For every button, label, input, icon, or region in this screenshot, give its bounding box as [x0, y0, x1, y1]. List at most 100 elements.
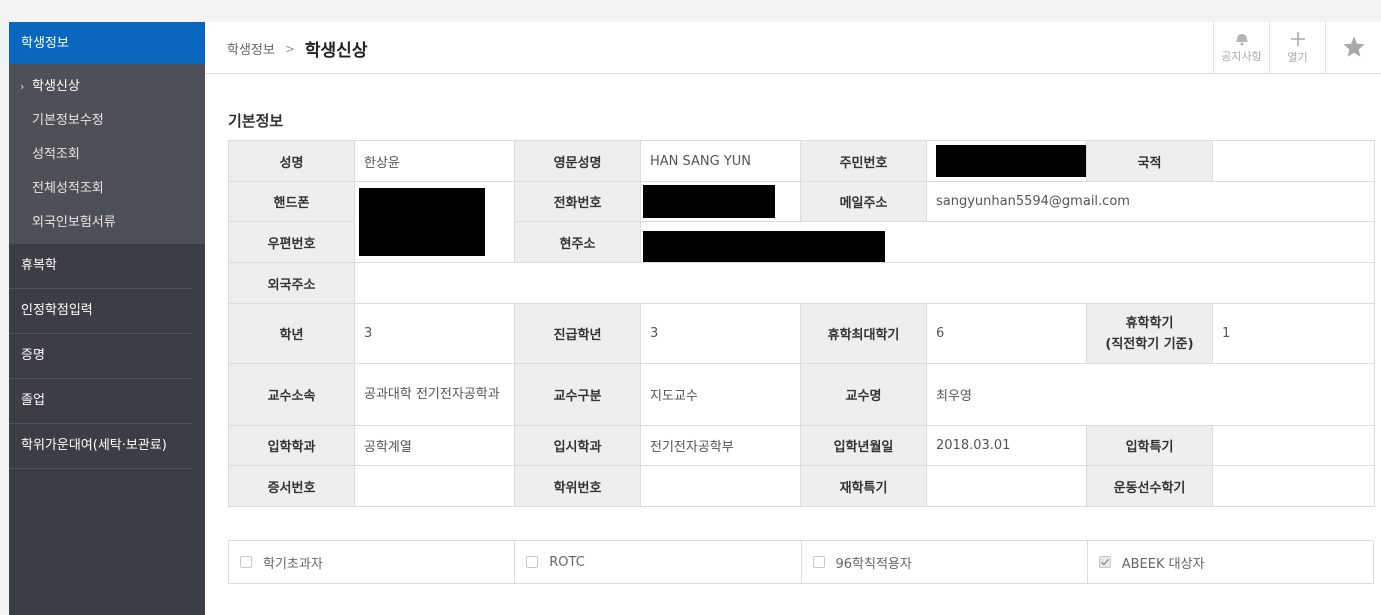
sidebar-item-label: 기본정보수정 [32, 113, 104, 128]
notice-button[interactable]: 공지사항 [1213, 22, 1269, 74]
top-actions: 공지사항 열기 [1213, 22, 1381, 74]
plus-icon [1290, 32, 1305, 46]
open-button[interactable]: 열기 [1269, 22, 1325, 74]
redaction [643, 185, 775, 218]
checkbox-abeek[interactable]: ABEEK 대상자 [1088, 541, 1373, 583]
foreign-address-label: 외국주소 [228, 262, 355, 304]
rrn-value [926, 140, 1087, 182]
sidebar-item-graduation[interactable]: 졸업 [9, 379, 193, 424]
address-value [640, 221, 1375, 263]
page-title: 학생신상 [304, 41, 368, 61]
star-icon [1343, 36, 1364, 57]
max-leave-label: 휴학최대학기 [800, 303, 927, 364]
sidebar: 학생정보 › 학생신상 기본정보수정 성적조회 전체성적조회 외국인보험서류 휴복… [9, 22, 205, 615]
athlete-semester-value [1212, 465, 1375, 507]
sidebar-item-all-grades[interactable]: 전체성적조회 [9, 172, 205, 206]
postal-label: 우편번호 [228, 221, 355, 263]
adm-dept-value: 공학계열 [354, 425, 515, 466]
main-content: 학생정보 > 학생신상 공지사항 열기 기본정보 성명 한상윤 영문성명 HAN… [205, 22, 1381, 615]
adm-dept-label: 입학학과 [228, 425, 355, 466]
grade-value: 3 [354, 303, 515, 364]
redaction [936, 145, 1086, 177]
adm-special-value [1212, 425, 1375, 466]
degree-no-label: 학위번호 [514, 465, 641, 507]
checkbox-label: ROTC [549, 554, 585, 570]
prof-dept-value: 공과대학 전기전자공학과 [354, 363, 515, 426]
sidebar-item-certificate[interactable]: 증명 [9, 334, 193, 379]
mobile-value [354, 181, 515, 263]
cert-no-value [354, 465, 515, 507]
foreign-address-value [354, 262, 1375, 304]
checkbox-box[interactable] [240, 556, 252, 568]
leave-semester-value: 1 [1212, 303, 1375, 364]
degree-no-value [640, 465, 801, 507]
sidebar-item-label: 전체성적조회 [32, 181, 104, 196]
breadcrumb-separator: > [284, 41, 295, 56]
grade-label: 학년 [228, 303, 355, 364]
sidebar-item-label: 학생신상 [32, 79, 80, 94]
redaction [643, 230, 885, 262]
nationality-label: 국적 [1086, 140, 1213, 182]
name-value: 한상윤 [354, 140, 515, 182]
sidebar-item-student-profile[interactable]: › 학생신상 [9, 70, 205, 104]
checkbox-box[interactable] [1098, 556, 1111, 568]
checkbox-rotc[interactable]: ROTC [515, 541, 802, 583]
checkbox-label: ABEEK 대상자 [1121, 556, 1205, 572]
max-leave-value: 6 [926, 303, 1087, 364]
notice-label: 공지사항 [1221, 50, 1262, 63]
sidebar-item-foreigner-insurance[interactable]: 외국인보험서류 [9, 206, 205, 240]
sidebar-menu: 휴복학 인정학점입력 증명 졸업 학위가운대여(세탁·보관료) [9, 244, 205, 469]
email-value: sangyunhan5594@gmail.com [926, 181, 1375, 222]
open-label: 열기 [1287, 51, 1308, 64]
leave-semester-label-line1: 휴학학기 [1125, 315, 1174, 331]
prof-type-label: 교수구분 [514, 363, 641, 426]
promo-grade-value: 3 [640, 303, 801, 364]
check-icon [1100, 558, 1109, 566]
prof-dept-label: 교수소속 [228, 363, 355, 426]
favorite-button[interactable] [1325, 22, 1381, 74]
sidebar-item-grades[interactable]: 성적조회 [9, 138, 205, 172]
email-label: 메일주소 [800, 181, 927, 222]
leave-semester-label-line2: (직전학기 기준) [1105, 336, 1194, 352]
section-title: 기본정보 [228, 112, 284, 130]
sidebar-item-label: 성적조회 [32, 147, 80, 162]
name-label: 성명 [228, 140, 355, 182]
breadcrumb: 학생정보 > 학생신상 [227, 36, 367, 61]
athlete-semester-label: 운동선수학기 [1086, 465, 1213, 507]
breadcrumb-parent[interactable]: 학생정보 [227, 39, 275, 58]
adm-special-label: 입학특기 [1086, 425, 1213, 466]
adm-date-label: 입학년월일 [800, 425, 927, 466]
basic-info-table: 성명 한상윤 영문성명 HAN SANG YUN 주민번호 국적 핸드폰 전화번… [228, 140, 1375, 507]
prof-name-label: 교수명 [800, 363, 927, 426]
redaction [359, 188, 485, 256]
notice-icon [1235, 34, 1248, 46]
sidebar-item-edit-basic-info[interactable]: 기본정보수정 [9, 104, 205, 138]
adm-date-value: 2018.03.01 [926, 425, 1087, 466]
checkbox-semester-exceeded[interactable]: 학기초과자 [229, 541, 516, 583]
enroll-special-label: 재학특기 [800, 465, 927, 507]
sidebar-header[interactable]: 학생정보 [9, 22, 205, 64]
eng-name-label: 영문성명 [514, 140, 641, 182]
checkbox-label: 96학칙적용자 [835, 556, 912, 572]
checkbox-box[interactable] [812, 556, 825, 568]
nationality-value [1212, 140, 1375, 182]
cert-no-label: 증서번호 [228, 465, 355, 507]
mobile-label: 핸드폰 [228, 181, 355, 222]
checkbox-box[interactable] [526, 556, 539, 568]
prof-name-value: 최우영 [926, 363, 1375, 426]
status-checkboxes: 학기초과자 ROTC 96학칙적용자 ABEEK 대상자 [228, 540, 1374, 584]
sidebar-submenu: › 학생신상 기본정보수정 성적조회 전체성적조회 외국인보험서류 [9, 64, 205, 244]
prof-type-value: 지도교수 [640, 363, 801, 426]
sidebar-item-gown-rental[interactable]: 학위가운대여(세탁·보관료) [9, 424, 193, 469]
phone-label: 전화번호 [514, 181, 641, 222]
sidebar-item-leave-return[interactable]: 휴복학 [9, 244, 193, 289]
phone-value [640, 181, 801, 222]
address-label: 현주소 [514, 221, 641, 263]
promo-grade-label: 진급학년 [514, 303, 641, 364]
sidebar-item-label: 외국인보험서류 [32, 215, 116, 230]
checkbox-rule-96[interactable]: 96학칙적용자 [802, 541, 1088, 583]
enroll-special-value [926, 465, 1087, 507]
top-bar: 학생정보 > 학생신상 공지사항 열기 [205, 22, 1381, 74]
eng-name-value: HAN SANG YUN [640, 140, 801, 182]
sidebar-item-credit-recognition[interactable]: 인정학점입력 [9, 289, 193, 334]
